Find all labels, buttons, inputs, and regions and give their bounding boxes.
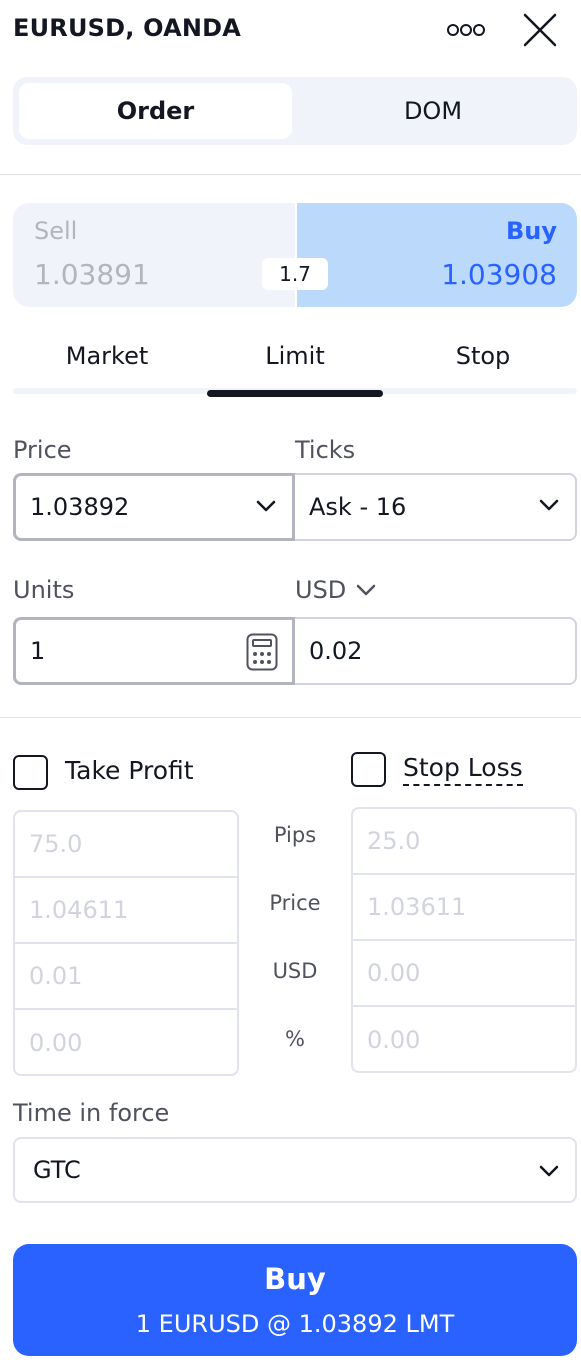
take-profit-usd-input[interactable]: 0.01 bbox=[15, 944, 237, 1010]
stop-loss-percent-input[interactable]: 0.00 bbox=[353, 1007, 575, 1071]
tab-stop[interactable]: Stop bbox=[389, 342, 577, 370]
sell-label: Sell bbox=[34, 217, 78, 245]
currency-amount-value: 0.02 bbox=[309, 637, 363, 665]
spread-badge: 1.7 bbox=[262, 258, 328, 290]
close-icon bbox=[523, 13, 557, 47]
price-input[interactable]: 1.03892 bbox=[13, 473, 295, 541]
take-profit-label[interactable]: Take Profit bbox=[65, 756, 194, 785]
stop-loss-price-input[interactable]: 1.03611 bbox=[353, 875, 575, 941]
buy-submit-button[interactable]: Buy 1 EURUSD @ 1.03892 LMT bbox=[13, 1244, 577, 1356]
tab-market[interactable]: Market bbox=[13, 342, 201, 370]
divider bbox=[0, 174, 581, 175]
units-input[interactable]: 1 bbox=[13, 617, 295, 685]
buy-label: Buy bbox=[505, 217, 557, 245]
divider bbox=[0, 717, 581, 718]
panel-tabs: Order DOM bbox=[13, 77, 577, 145]
take-profit-pips-input[interactable]: 75.0 bbox=[15, 812, 237, 878]
order-type-tabs: Market Limit Stop bbox=[13, 330, 577, 398]
stop-loss-checkbox[interactable] bbox=[351, 752, 386, 787]
ticks-label: Ticks bbox=[295, 436, 356, 464]
time-in-force-select[interactable]: GTC bbox=[13, 1137, 577, 1203]
more-horizontal-icon bbox=[447, 24, 485, 36]
more-options-button[interactable] bbox=[438, 14, 494, 46]
stop-loss-pips-input[interactable]: 25.0 bbox=[353, 809, 575, 875]
chevron-down-icon bbox=[256, 500, 276, 512]
percent-row-label: % bbox=[285, 1027, 305, 1051]
calculator-icon[interactable] bbox=[246, 633, 278, 671]
tab-dom[interactable]: DOM bbox=[295, 83, 571, 139]
chevron-down-icon bbox=[539, 499, 559, 511]
usd-row-label: USD bbox=[272, 959, 318, 983]
close-button[interactable] bbox=[518, 8, 562, 52]
take-profit-checkbox[interactable] bbox=[13, 755, 48, 790]
stop-loss-fields: 25.0 1.03611 0.00 0.00 bbox=[351, 807, 577, 1073]
stop-loss-label-wrap[interactable]: Stop Loss bbox=[403, 753, 523, 786]
pips-row-label: Pips bbox=[273, 823, 317, 847]
currency-amount-input[interactable]: 0.02 bbox=[295, 617, 577, 685]
time-in-force-label: Time in force bbox=[13, 1099, 170, 1127]
time-in-force-value: GTC bbox=[33, 1156, 81, 1184]
active-tab-indicator bbox=[207, 390, 383, 397]
symbol-title: EURUSD, OANDA bbox=[13, 14, 242, 42]
chevron-down-icon bbox=[357, 584, 376, 596]
buy-price: 1.03908 bbox=[441, 258, 557, 291]
price-label: Price bbox=[13, 436, 72, 464]
buy-quote-button[interactable]: Buy 1.03908 bbox=[297, 203, 577, 307]
tab-order[interactable]: Order bbox=[19, 83, 292, 139]
header: EURUSD, OANDA bbox=[0, 0, 581, 62]
stop-loss-label: Stop Loss bbox=[403, 753, 523, 786]
ticks-select[interactable]: Ask - 16 bbox=[295, 473, 577, 541]
currency-dropdown[interactable]: USD bbox=[295, 574, 376, 606]
quote-panel: Sell 1.03891 Buy 1.03908 1.7 bbox=[13, 203, 577, 307]
sell-quote-button[interactable]: Sell 1.03891 bbox=[13, 203, 295, 307]
ticks-value: Ask - 16 bbox=[309, 493, 407, 521]
sell-price: 1.03891 bbox=[34, 258, 150, 291]
currency-label: USD bbox=[295, 576, 347, 604]
buy-button-subtitle: 1 EURUSD @ 1.03892 LMT bbox=[135, 1310, 455, 1338]
take-profit-percent-input[interactable]: 0.00 bbox=[15, 1010, 237, 1074]
tab-limit[interactable]: Limit bbox=[201, 342, 389, 370]
buy-button-title: Buy bbox=[264, 1262, 326, 1296]
stop-loss-usd-input[interactable]: 0.00 bbox=[353, 941, 575, 1007]
price-value: 1.03892 bbox=[30, 493, 130, 521]
take-profit-fields: 75.0 1.04611 0.01 0.00 bbox=[13, 810, 239, 1076]
chevron-down-icon bbox=[539, 1165, 559, 1177]
price-row-label: Price bbox=[269, 891, 321, 915]
units-label: Units bbox=[13, 576, 75, 604]
take-profit-price-input[interactable]: 1.04611 bbox=[15, 878, 237, 944]
